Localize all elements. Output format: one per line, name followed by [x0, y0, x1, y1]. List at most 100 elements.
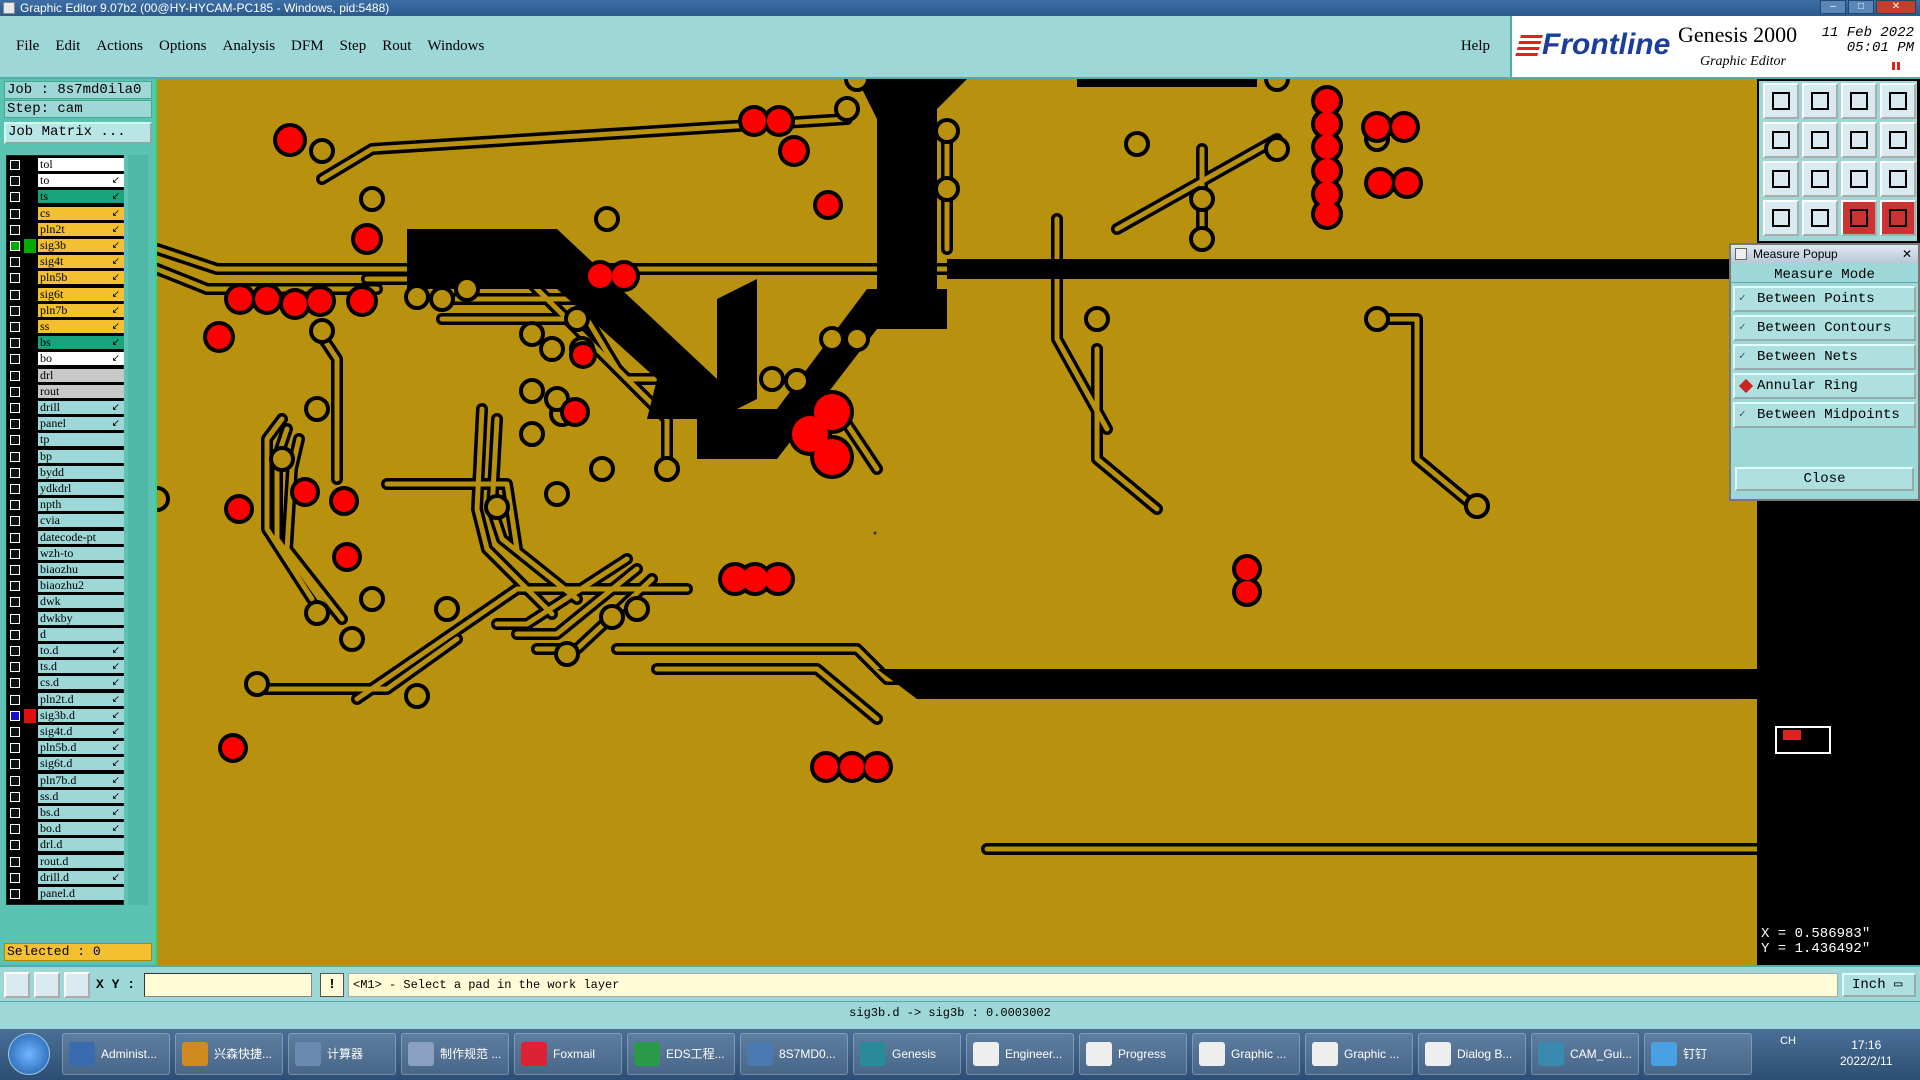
layer-row[interactable]: ts.d ↙: [9, 660, 125, 674]
layer-name[interactable]: drill.d ↙: [38, 870, 124, 884]
layer-name[interactable]: to ↙: [38, 174, 124, 188]
open-job-icon[interactable]: [1763, 83, 1799, 119]
layer-checkbox[interactable]: [10, 646, 20, 656]
layer-row[interactable]: sig3b.d ↙: [9, 708, 125, 723]
layer-state-marker[interactable]: [24, 498, 36, 512]
taskbar-item[interactable]: Administ...: [62, 1033, 170, 1075]
layer-name[interactable]: ydkdrl: [38, 482, 124, 495]
layer-checkbox[interactable]: [10, 840, 20, 851]
layer-name[interactable]: datecode-pt: [38, 530, 124, 544]
layer-state-marker[interactable]: [24, 482, 36, 496]
layer-checkbox[interactable]: [10, 451, 20, 462]
start-button[interactable]: [8, 1033, 50, 1075]
taskbar-item[interactable]: 兴森快捷...: [175, 1033, 283, 1075]
layer-state-marker[interactable]: [24, 628, 36, 642]
menu-dfm[interactable]: DFM: [283, 38, 332, 55]
layer-state-marker[interactable]: [24, 806, 36, 820]
option-between-points[interactable]: ✓ Between Points: [1733, 286, 1916, 312]
layer-name[interactable]: pln7b ↙: [38, 303, 124, 317]
layer-row[interactable]: cvia: [9, 514, 125, 528]
layer-row[interactable]: bp: [9, 449, 125, 464]
layer-state-marker[interactable]: [24, 207, 36, 221]
layer-state-marker[interactable]: [24, 660, 36, 674]
menu-rout[interactable]: Rout: [374, 38, 419, 55]
layer-checkbox[interactable]: [10, 192, 20, 203]
layer-name[interactable]: rout: [38, 384, 124, 398]
step-left-icon[interactable]: [1763, 122, 1799, 158]
menu-actions[interactable]: Actions: [88, 38, 151, 55]
layer-checkbox[interactable]: [10, 305, 20, 316]
layer-state-marker[interactable]: [24, 676, 36, 690]
layer-name[interactable]: sig6t ↙: [38, 287, 124, 301]
overview-map[interactable]: [1757, 640, 1920, 920]
option-between-contours[interactable]: ✓ Between Contours: [1733, 315, 1916, 341]
layer-list-scrollbar[interactable]: [128, 155, 148, 905]
layer-settings-icon[interactable]: [1880, 200, 1916, 236]
layer-checkbox[interactable]: [10, 516, 20, 527]
layer-name[interactable]: bs.d ↙: [38, 806, 124, 819]
pad-icon[interactable]: [1802, 200, 1838, 236]
layer-checkbox[interactable]: [10, 791, 20, 802]
layer-checkbox[interactable]: [10, 160, 20, 170]
input-language[interactable]: CH: [1780, 1035, 1796, 1047]
layer-checkbox[interactable]: [10, 419, 20, 430]
layer-state-marker[interactable]: [24, 563, 36, 577]
layer-name[interactable]: d: [38, 627, 124, 641]
layer-checkbox[interactable]: [10, 241, 20, 251]
layer-state-marker[interactable]: [24, 466, 36, 480]
layer-name[interactable]: drill ↙: [38, 401, 124, 414]
layer-checkbox[interactable]: [10, 338, 20, 349]
layer-row[interactable]: dwkby: [9, 611, 125, 626]
layer-checkbox[interactable]: [10, 727, 20, 737]
layer-row[interactable]: drill.d ↙: [9, 870, 125, 885]
layer-checkbox[interactable]: [10, 257, 20, 268]
layer-state-marker[interactable]: [24, 790, 36, 804]
layer-name[interactable]: pln7b.d ↙: [38, 773, 124, 787]
layer-row[interactable]: to.d ↙: [9, 644, 125, 658]
layer-name[interactable]: panel.d: [38, 887, 124, 900]
layer-state-marker[interactable]: [24, 871, 36, 885]
layer-name[interactable]: rout.d: [38, 854, 124, 868]
layer-row[interactable]: to ↙: [9, 174, 125, 188]
layer-checkbox[interactable]: [10, 532, 20, 543]
overview-viewport[interactable]: [1775, 726, 1831, 754]
layer-checkbox[interactable]: [10, 678, 20, 689]
taskbar-item[interactable]: Graphic ...: [1305, 1033, 1413, 1075]
layer-name[interactable]: bydd: [38, 465, 124, 479]
layer-row[interactable]: bs ↙: [9, 336, 125, 350]
layer-name[interactable]: bo ↙: [38, 352, 124, 366]
layer-state-marker[interactable]: [24, 336, 36, 350]
layer-checkbox[interactable]: [10, 889, 20, 899]
zoom-move-icon[interactable]: [1802, 161, 1838, 197]
layer-row[interactable]: sig4t.d ↙: [9, 725, 125, 739]
menu-edit[interactable]: Edit: [47, 38, 88, 55]
layer-row[interactable]: pln7b ↙: [9, 303, 125, 318]
layer-row[interactable]: tp: [9, 433, 125, 447]
menu-file[interactable]: File: [8, 38, 47, 55]
layer-row[interactable]: sig4t ↙: [9, 255, 125, 269]
layer-checkbox[interactable]: [10, 484, 20, 494]
layer-name[interactable]: sig3b ↙: [38, 239, 124, 252]
taskbar-item[interactable]: 计算器: [288, 1033, 396, 1075]
layer-name[interactable]: cs.d ↙: [38, 676, 124, 690]
layer-name[interactable]: cvia: [38, 514, 124, 528]
layer-checkbox[interactable]: [10, 370, 20, 381]
layer-name[interactable]: bp: [38, 449, 124, 463]
layer-name[interactable]: pln2t ↙: [38, 222, 124, 236]
help-icon[interactable]: [1880, 161, 1916, 197]
pcb-drawing[interactable]: [157, 79, 1757, 965]
layer-checkbox[interactable]: [10, 565, 20, 575]
layer-name[interactable]: wzh-to: [38, 546, 124, 560]
layer-state-marker[interactable]: [24, 887, 36, 901]
measure-popup-header[interactable]: Measure Popup ✕: [1731, 245, 1918, 263]
flip-icon[interactable]: [1880, 122, 1916, 158]
layer-name[interactable]: sig6t.d ↙: [38, 757, 124, 771]
layer-state-marker[interactable]: [24, 223, 36, 237]
layer-state-marker[interactable]: [24, 822, 36, 836]
layer-row[interactable]: pln7b.d ↙: [9, 773, 125, 788]
taskbar-item[interactable]: Dialog B...: [1418, 1033, 1526, 1075]
layer-checkbox[interactable]: [10, 467, 20, 478]
layer-name[interactable]: sig4t ↙: [38, 255, 124, 269]
layer-state-marker[interactable]: [24, 158, 36, 172]
layer-state-marker[interactable]: [24, 531, 36, 545]
